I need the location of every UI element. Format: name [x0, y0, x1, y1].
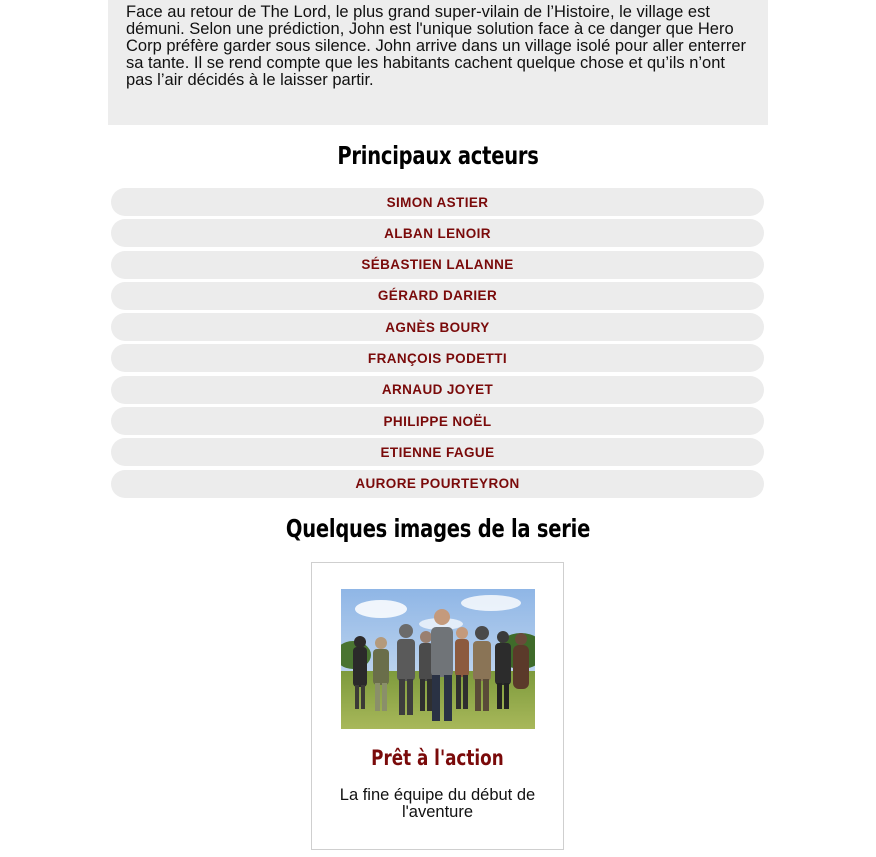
image-card: Prêt à l'action La fine équipe du début …	[311, 562, 564, 850]
actor-link[interactable]: FRANÇOIS PODETTI	[111, 344, 764, 373]
actor-link[interactable]: AURORE POURTEYRON	[111, 469, 764, 498]
card-title: Prêt à l'action	[371, 746, 504, 770]
page: Face au retour de The Lord, le plus gran…	[0, 0, 876, 857]
synopsis-box: Face au retour de The Lord, le plus gran…	[108, 0, 768, 125]
actor-link[interactable]: SIMON ASTIER	[111, 188, 764, 216]
synopsis-text: Face au retour de The Lord, le plus gran…	[126, 3, 746, 89]
actor-link[interactable]: PHILIPPE NOËL	[111, 407, 764, 436]
series-photo[interactable]	[341, 589, 535, 729]
actor-link[interactable]: ARNAUD JOYET	[111, 375, 764, 404]
card-caption: La fine équipe du début de l'aventure	[339, 786, 536, 821]
actor-link[interactable]: ALBAN LENOIR	[111, 219, 764, 248]
actor-link[interactable]: ETIENNE FAGUE	[111, 438, 764, 467]
actor-link[interactable]: AGNÈS BOURY	[111, 313, 764, 342]
actor-link[interactable]: GÉRARD DARIER	[111, 281, 764, 310]
actors-list: SIMON ASTIER ALBAN LENOIR SÉBASTIEN LALA…	[111, 188, 764, 501]
actors-heading: Principaux acteurs	[337, 141, 539, 170]
images-heading: Quelques images de la serie	[285, 514, 591, 543]
actor-link[interactable]: SÉBASTIEN LALANNE	[111, 250, 764, 279]
